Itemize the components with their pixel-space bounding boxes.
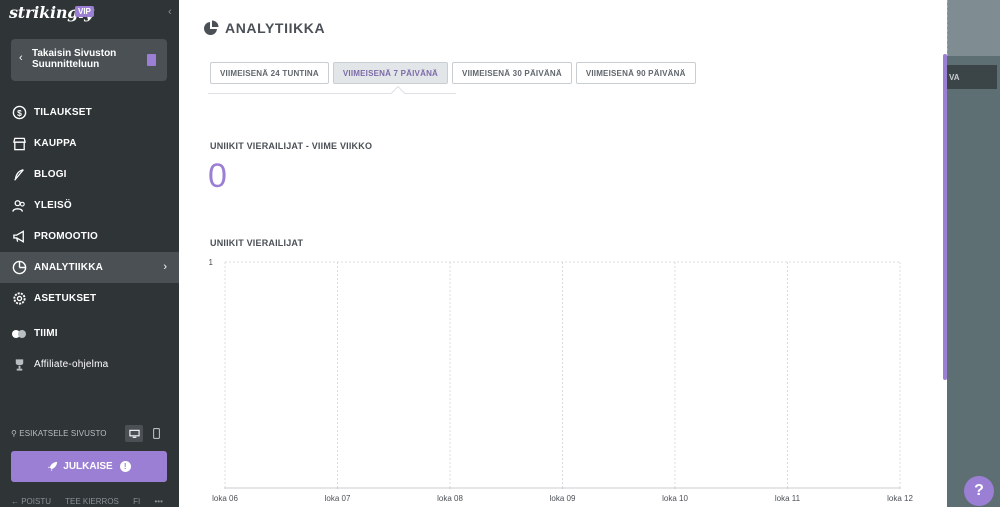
tabs-underline <box>208 93 456 94</box>
sidebar-item-label: ANALYTIIKKA <box>34 262 104 273</box>
sidebar-item-label: PROMOOTIO <box>34 231 99 242</box>
chevron-right-icon: › <box>163 261 167 273</box>
analytics-main: ANALYTIIKKA VIIMEISENÄ 24 TUNTINA VIIMEI… <box>179 0 947 507</box>
sidebar-item-team[interactable]: TIIMI <box>0 318 179 349</box>
preview-site-link[interactable]: ⚲ ESIKATSELE SIVUSTO <box>11 429 107 438</box>
help-button[interactable]: ? <box>964 476 994 506</box>
preview-button[interactable]: VA <box>947 65 997 89</box>
sidebar-item-label: YLEISÖ <box>34 200 72 211</box>
unique-visitors-chart: 1 loka 06 loka 07 loka 08 loka 09 loka 10 loka… <box>209 258 914 503</box>
exit-link[interactable]: ← POISTU <box>11 497 51 506</box>
chart-x-tick-label: loka 11 <box>775 494 801 503</box>
publish-button[interactable]: JULKAISE ! <box>11 451 167 482</box>
mobile-preview-button[interactable] <box>147 425 165 442</box>
chart-data-point <box>786 487 789 489</box>
chart-x-tick-label: loka 10 <box>662 494 688 503</box>
people-icon <box>11 198 27 214</box>
page-title-text: ANALYTIIKKA <box>225 20 326 36</box>
sidebar-nav: $ TILAUKSET KAUPPA BLOGI YLEISÖ PROMOOTI… <box>0 97 179 380</box>
chart-data-point <box>561 487 564 489</box>
chart-y-tick-label: 1 <box>209 258 214 267</box>
pie-chart-icon <box>11 260 27 276</box>
sidebar-item-label: ASETUKSET <box>34 293 97 304</box>
preview-row: ⚲ ESIKATSELE SIVUSTO <box>11 424 171 444</box>
store-icon <box>11 136 27 152</box>
sidebar-item-label: KAUPPA <box>34 138 77 149</box>
pie-chart-icon <box>204 20 219 35</box>
collapse-sidebar-icon[interactable]: ‹ <box>168 6 172 18</box>
page-icon <box>147 54 156 66</box>
warning-icon: ! <box>119 461 131 472</box>
publish-label: JULKAISE <box>63 461 113 472</box>
chart-data-point <box>224 487 226 489</box>
active-tab-caret <box>390 85 406 101</box>
chart-data-point <box>449 487 451 489</box>
sidebar-item-settings[interactable]: ASETUKSET <box>0 283 179 314</box>
tab-last-30-days[interactable]: VIIMEISENÄ 30 PÄIVÄNÄ <box>452 62 572 84</box>
tab-last-24-hours[interactable]: VIIMEISENÄ 24 TUNTINA <box>210 62 329 84</box>
unique-visitors-chart-label: UNIIKIT VIERAILIJAT <box>210 238 304 248</box>
sidebar-item-affiliate[interactable]: Affiliate-ohjelma <box>0 349 179 380</box>
chart-x-tick-label: loka 07 <box>325 494 351 503</box>
unique-visitors-week-label: UNIIKIT VIERAILIJAT - VIIME VIIKKO <box>210 141 373 151</box>
svg-text:$: $ <box>17 108 22 118</box>
vip-badge: VIP <box>75 6 94 17</box>
chart-data-point <box>899 487 901 489</box>
sidebar-item-label: TILAUKSET <box>34 107 92 118</box>
bottom-links: ← POISTU TEE KIERROS FI ••• <box>11 497 175 506</box>
sidebar-item-label: TIIMI <box>34 328 58 339</box>
unique-visitors-week-value: 0 <box>208 157 227 195</box>
more-icon[interactable]: ••• <box>154 497 162 506</box>
trophy-icon <box>11 357 27 373</box>
sidebar-item-orders[interactable]: $ TILAUKSET <box>0 97 179 128</box>
page-title: ANALYTIIKKA <box>203 20 325 36</box>
desktop-preview-button[interactable] <box>125 425 143 442</box>
back-to-editor-button[interactable]: ‹ Takaisin Sivuston Suunnitteluun <box>11 39 167 81</box>
desktop-icon <box>128 429 140 438</box>
time-range-tabs: VIIMEISENÄ 24 TUNTINA VIIMEISENÄ 7 PÄIVÄ… <box>210 62 700 84</box>
preview-thumbnail <box>947 0 1000 56</box>
gear-icon <box>11 291 27 307</box>
megaphone-icon <box>11 229 27 245</box>
chart-data-point <box>336 487 339 489</box>
sidebar-item-store[interactable]: KAUPPA <box>0 128 179 159</box>
chevron-left-icon: ‹ <box>19 52 23 64</box>
mobile-icon <box>152 428 160 439</box>
chart-x-tick-label: loka 06 <box>212 494 238 503</box>
sidebar-item-analytics[interactable]: ANALYTIIKKA › <box>0 252 179 283</box>
rocket-icon <box>48 461 58 472</box>
sidebar-item-blog[interactable]: BLOGI <box>0 159 179 190</box>
back-button-label: Takaisin Sivuston Suunnitteluun <box>32 48 117 70</box>
chart-x-tick-label: loka 09 <box>550 494 576 503</box>
sidebar-item-audience[interactable]: YLEISÖ <box>0 190 179 221</box>
sidebar-item-label: BLOGI <box>34 169 67 180</box>
chart-x-tick-label: loka 08 <box>437 494 463 503</box>
chart-data-point <box>674 487 676 489</box>
tab-last-7-days[interactable]: VIIMEISENÄ 7 PÄIVÄNÄ <box>332 62 449 84</box>
tab-last-90-days[interactable]: VIIMEISENÄ 90 PÄIVÄNÄ <box>575 62 696 84</box>
preview-label: ESIKATSELE SIVUSTO <box>19 429 107 438</box>
logo-row: strikingly VIP ‹ <box>0 0 179 26</box>
site-preview-background: VA <box>947 0 1000 507</box>
team-icon <box>11 326 27 342</box>
tour-link[interactable]: TEE KIERROS <box>65 497 119 506</box>
sidebar-item-label: Affiliate-ohjelma <box>34 359 109 370</box>
dollar-circle-icon: $ <box>11 105 27 121</box>
language-link[interactable]: FI <box>133 497 140 506</box>
quill-icon <box>11 167 27 183</box>
sidebar: strikingly VIP ‹ ‹ Takaisin Sivuston Suu… <box>0 0 179 507</box>
sidebar-item-promotion[interactable]: PROMOOTIO <box>0 221 179 252</box>
chart-x-tick-label: loka 12 <box>887 494 913 503</box>
